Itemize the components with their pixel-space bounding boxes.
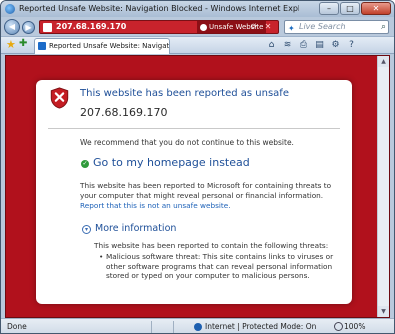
title-bar: Reported Unsafe Website: Navigation Bloc… xyxy=(1,1,394,17)
page-content: This website has been reported as unsafe… xyxy=(5,55,390,318)
blocked-ip: 207.68.169.170 xyxy=(80,106,168,119)
search-box[interactable]: ✦ Live Search ⌕ xyxy=(284,20,389,34)
bullet: • xyxy=(99,252,104,261)
maximize-button[interactable]: □ xyxy=(340,2,360,15)
home-icon[interactable]: ⌂ xyxy=(266,39,277,51)
expand-chevron-icon[interactable]: ▾ xyxy=(82,225,91,234)
tools-menu-icon[interactable]: ⚙ xyxy=(330,39,341,51)
refresh-icon[interactable]: ⟳ xyxy=(248,21,260,33)
window-title: Reported Unsafe Website: Navigation Bloc… xyxy=(19,4,299,13)
address-row: ◀ ▶ 207.68.169.170 Unsafe Website ⟳ ✕ ✦ … xyxy=(1,18,394,36)
globe-icon xyxy=(194,323,202,331)
report-not-unsafe-link[interactable]: Report that this is not an unsafe websit… xyxy=(80,201,231,210)
browser-window: Reported Unsafe Website: Navigation Bloc… xyxy=(0,0,395,334)
back-button[interactable]: ◀ xyxy=(4,19,20,35)
recommendation-text: We recommend that you do not continue to… xyxy=(80,138,294,147)
address-bar[interactable]: 207.68.169.170 Unsafe Website ⟳ ✕ xyxy=(39,20,279,34)
command-bar: ⌂ ≋ ⎙ ▤ ⚙ ? xyxy=(266,39,357,51)
page-icon xyxy=(43,23,52,32)
warning-shield-icon xyxy=(50,87,69,109)
minimize-button[interactable]: – xyxy=(319,2,339,15)
window-controls: – □ ✕ xyxy=(319,2,391,15)
vertical-scrollbar[interactable]: ▲ ▼ xyxy=(377,56,389,317)
threat-list-item: • Malicious software threat: This site c… xyxy=(99,252,346,281)
more-information-link[interactable]: More information xyxy=(95,223,176,234)
page-heading: This website has been reported as unsafe xyxy=(80,88,289,99)
security-zone[interactable]: Internet | Protected Mode: On xyxy=(205,319,316,333)
homepage-link[interactable]: Go to my homepage instead xyxy=(93,156,250,169)
scroll-down-icon[interactable]: ▼ xyxy=(378,306,389,317)
close-button[interactable]: ✕ xyxy=(361,2,391,15)
scroll-up-icon[interactable]: ▲ xyxy=(378,56,389,67)
reported-text: This website has been reported to Micros… xyxy=(80,181,332,200)
zoom-icon xyxy=(334,322,343,331)
search-icon[interactable]: ⌕ xyxy=(381,21,386,33)
warning-card: This website has been reported as unsafe… xyxy=(36,80,352,304)
threat-text: Malicious software threat: This site con… xyxy=(106,252,334,280)
print-icon[interactable]: ⎙ xyxy=(298,39,309,51)
checkmark-shield-icon: ✓ xyxy=(81,160,89,168)
shield-icon xyxy=(200,23,207,31)
zoom-level[interactable]: 100% xyxy=(344,319,365,333)
tab-page-icon xyxy=(38,42,46,50)
tab-active[interactable]: Reported Unsafe Website: Navigation Bloc… xyxy=(34,38,170,54)
stop-icon[interactable]: ✕ xyxy=(262,21,274,33)
address-url[interactable]: 207.68.169.170 xyxy=(56,21,126,33)
status-divider xyxy=(173,321,174,333)
tab-label: Reported Unsafe Website: Navigation Bloc… xyxy=(49,42,170,50)
search-placeholder[interactable]: Live Search xyxy=(299,21,346,33)
status-text: Done xyxy=(7,322,27,331)
help-icon[interactable]: ? xyxy=(346,39,357,51)
live-search-icon: ✦ xyxy=(288,24,295,33)
add-favorites-icon[interactable]: ✚ xyxy=(19,38,27,49)
status-bar: Done Internet | Protected Mode: On 100% xyxy=(1,318,394,333)
threats-intro: This website has been reported to contai… xyxy=(94,241,329,250)
status-divider xyxy=(151,321,152,333)
favorites-star-icon[interactable]: ★ xyxy=(6,38,16,51)
tab-bar: ★ ✚ Reported Unsafe Website: Navigation … xyxy=(1,36,394,54)
internet-explorer-icon xyxy=(5,4,15,14)
divider xyxy=(48,128,340,129)
page-menu-icon[interactable]: ▤ xyxy=(314,39,325,51)
forward-button[interactable]: ▶ xyxy=(22,21,35,34)
feeds-icon[interactable]: ≋ xyxy=(282,39,293,51)
